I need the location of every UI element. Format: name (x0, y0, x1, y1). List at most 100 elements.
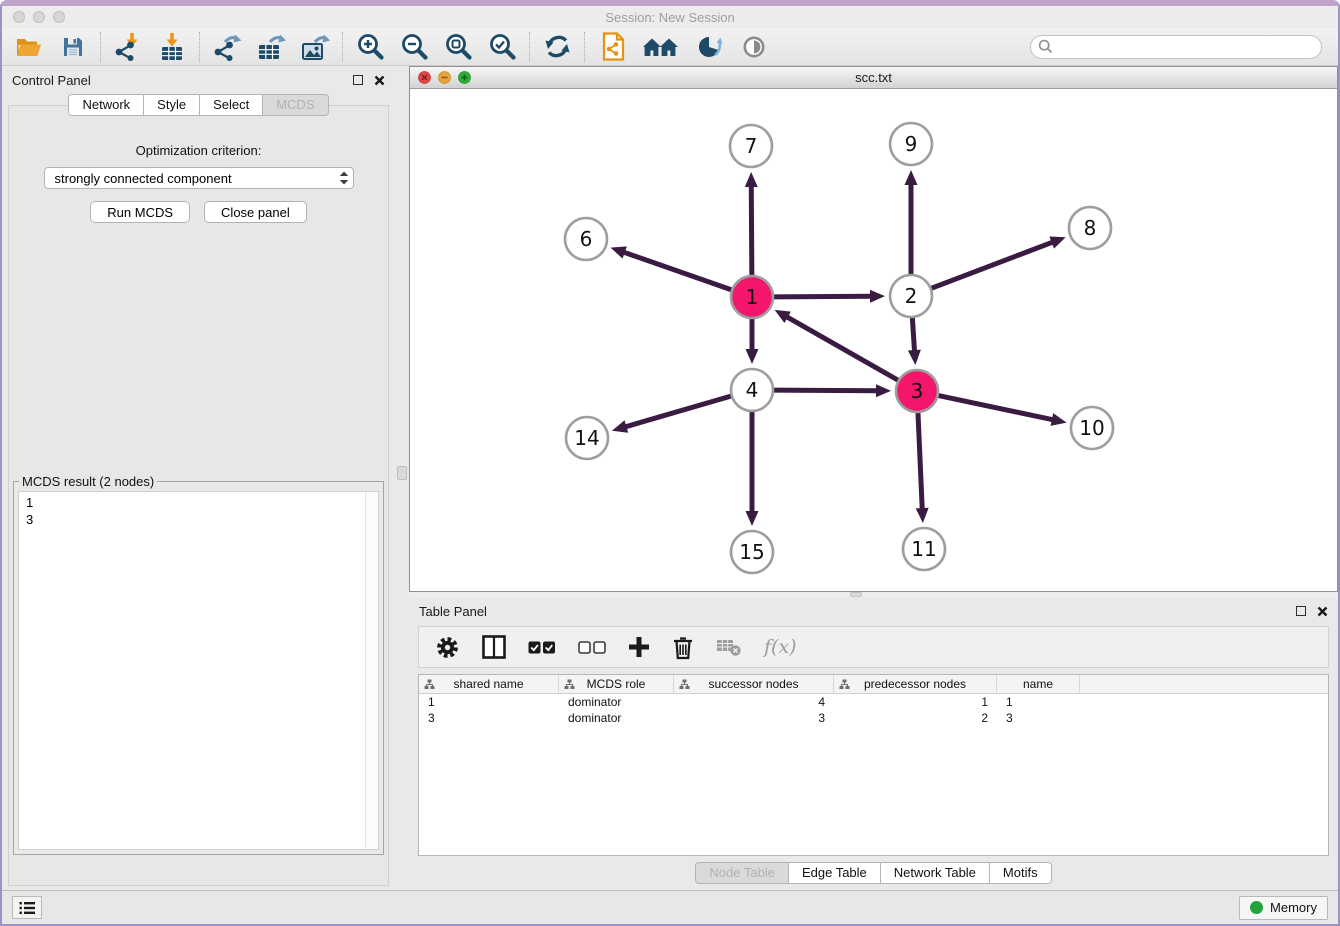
search-input[interactable] (1053, 40, 1314, 54)
table-close-icon[interactable] (1317, 606, 1328, 617)
column-header-successor-nodes[interactable]: successor nodes (674, 675, 834, 693)
vertical-splitter[interactable] (395, 66, 409, 890)
memory-button[interactable]: Memory (1239, 896, 1328, 920)
edge-3-11[interactable] (918, 413, 922, 510)
network-maximize-button[interactable] (458, 71, 471, 84)
graph-node-10[interactable]: 10 (1071, 407, 1113, 449)
graph-node-4[interactable]: 4 (731, 369, 773, 411)
minimize-window-button[interactable] (33, 11, 45, 23)
arrowhead-1-2 (870, 290, 885, 303)
svg-text:10: 10 (1079, 416, 1104, 440)
column-header-name[interactable]: name (997, 675, 1080, 693)
table-header-row: shared nameMCDS rolesuccessor nodesprede… (419, 675, 1328, 694)
table-row[interactable]: 3dominator323 (419, 710, 1328, 726)
export-network-icon[interactable] (212, 32, 242, 62)
close-panel-icon[interactable] (374, 75, 385, 86)
zoom-selected-icon[interactable] (487, 32, 517, 62)
close-window-button[interactable] (13, 11, 25, 23)
delete-column-trash-icon[interactable] (672, 635, 694, 660)
result-scrollbar[interactable] (365, 492, 378, 849)
horizontal-splitter[interactable] (409, 592, 1338, 598)
export-image-icon[interactable] (300, 32, 330, 62)
zoom-window-button[interactable] (53, 11, 65, 23)
tab-mcds[interactable]: MCDS (263, 94, 328, 116)
edge-4-3[interactable] (774, 390, 878, 391)
network-canvas[interactable]: 7 9 6 8 1 2 4 3 14 10 15 11 (410, 89, 1337, 591)
titlebar: Session: New Session (2, 6, 1338, 28)
cell-shared-name: 1 (419, 695, 559, 709)
svg-text:7: 7 (745, 134, 758, 158)
arrowhead-3-11 (916, 508, 929, 523)
column-header-shared-name[interactable]: shared name (419, 675, 559, 693)
mcds-result-area[interactable]: 1 3 (18, 491, 379, 850)
import-table-icon[interactable] (157, 32, 187, 62)
graph-node-6[interactable]: 6 (565, 218, 607, 260)
splitter-handle[interactable] (397, 466, 407, 480)
select-all-icon[interactable] (528, 641, 556, 654)
edge-1-7[interactable] (751, 185, 752, 275)
edge-1-6[interactable] (623, 252, 731, 290)
graph-node-9[interactable]: 9 (890, 123, 932, 165)
graph-node-1[interactable]: 1 (731, 276, 773, 318)
arrowhead-4-3 (876, 384, 891, 397)
edge-2-8[interactable] (932, 242, 1054, 288)
svg-text:6: 6 (580, 227, 593, 251)
zoom-out-icon[interactable] (399, 32, 429, 62)
refresh-icon[interactable] (542, 32, 572, 62)
column-header-predecessor-nodes[interactable]: predecessor nodes (834, 675, 997, 693)
zoom-in-icon[interactable] (355, 32, 385, 62)
tab-style[interactable]: Style (144, 94, 200, 116)
graph-node-11[interactable]: 11 (903, 528, 945, 570)
arrowhead-4-15 (746, 511, 759, 526)
close-panel-button[interactable]: Close panel (204, 201, 307, 223)
deselect-all-icon[interactable] (578, 641, 606, 654)
table-tab-edge-table[interactable]: Edge Table (789, 862, 881, 884)
open-folder-icon[interactable] (14, 32, 44, 62)
table-tab-node-table[interactable]: Node Table (695, 862, 789, 884)
import-network-icon[interactable] (113, 32, 143, 62)
export-table-icon[interactable] (256, 32, 286, 62)
run-mcds-button[interactable]: Run MCDS (90, 201, 190, 223)
graph-node-15[interactable]: 15 (731, 531, 773, 573)
svg-text:4: 4 (746, 378, 759, 402)
graph-node-2[interactable]: 2 (890, 275, 932, 317)
table-row[interactable]: 1dominator411 (419, 694, 1328, 710)
task-list-button[interactable] (12, 896, 42, 919)
graph-node-3[interactable]: 3 (896, 370, 938, 412)
style-preview-icon[interactable] (695, 32, 725, 62)
table-mode-gear-icon[interactable] (435, 635, 460, 660)
edge-1-2[interactable] (774, 296, 872, 297)
search-box[interactable] (1030, 35, 1322, 59)
column-header-mcds-role[interactable]: MCDS role (559, 675, 674, 693)
edge-2-3[interactable] (912, 318, 914, 352)
tab-select[interactable]: Select (200, 94, 263, 116)
tab-network[interactable]: Network (68, 94, 144, 116)
eye-icon[interactable] (739, 32, 769, 62)
edge-3-10[interactable] (939, 396, 1054, 420)
network-graph[interactable]: 7 9 6 8 1 2 4 3 14 10 15 11 (410, 89, 1337, 591)
mcds-panel: Optimization criterion: strongly connect… (8, 105, 389, 886)
graph-node-7[interactable]: 7 (730, 125, 772, 167)
column-visibility-icon[interactable] (482, 635, 506, 659)
table-tab-network-table[interactable]: Network Table (881, 862, 990, 884)
graph-node-8[interactable]: 8 (1069, 207, 1111, 249)
cell-mcds-role: dominator (559, 695, 674, 709)
h-splitter-handle[interactable] (850, 592, 862, 597)
svg-text:9: 9 (905, 132, 918, 156)
arrowhead-2-3 (908, 350, 921, 365)
table-tab-motifs[interactable]: Motifs (990, 862, 1052, 884)
save-icon[interactable] (58, 32, 88, 62)
zoom-fit-icon[interactable] (443, 32, 473, 62)
edge-3-1[interactable] (786, 316, 898, 380)
network-minimize-button[interactable] (438, 71, 451, 84)
home-layout-icon[interactable] (641, 32, 681, 62)
optimization-dropdown[interactable]: strongly connected component (44, 167, 354, 189)
float-panel-icon[interactable] (353, 75, 363, 85)
network-close-button[interactable] (418, 71, 431, 84)
add-column-icon[interactable] (628, 636, 650, 658)
graph-node-14[interactable]: 14 (566, 417, 608, 459)
table-float-icon[interactable] (1296, 606, 1306, 616)
new-network-file-icon[interactable] (597, 32, 627, 62)
edge-4-14[interactable] (624, 396, 730, 427)
dropdown-value: strongly connected component (55, 171, 339, 186)
